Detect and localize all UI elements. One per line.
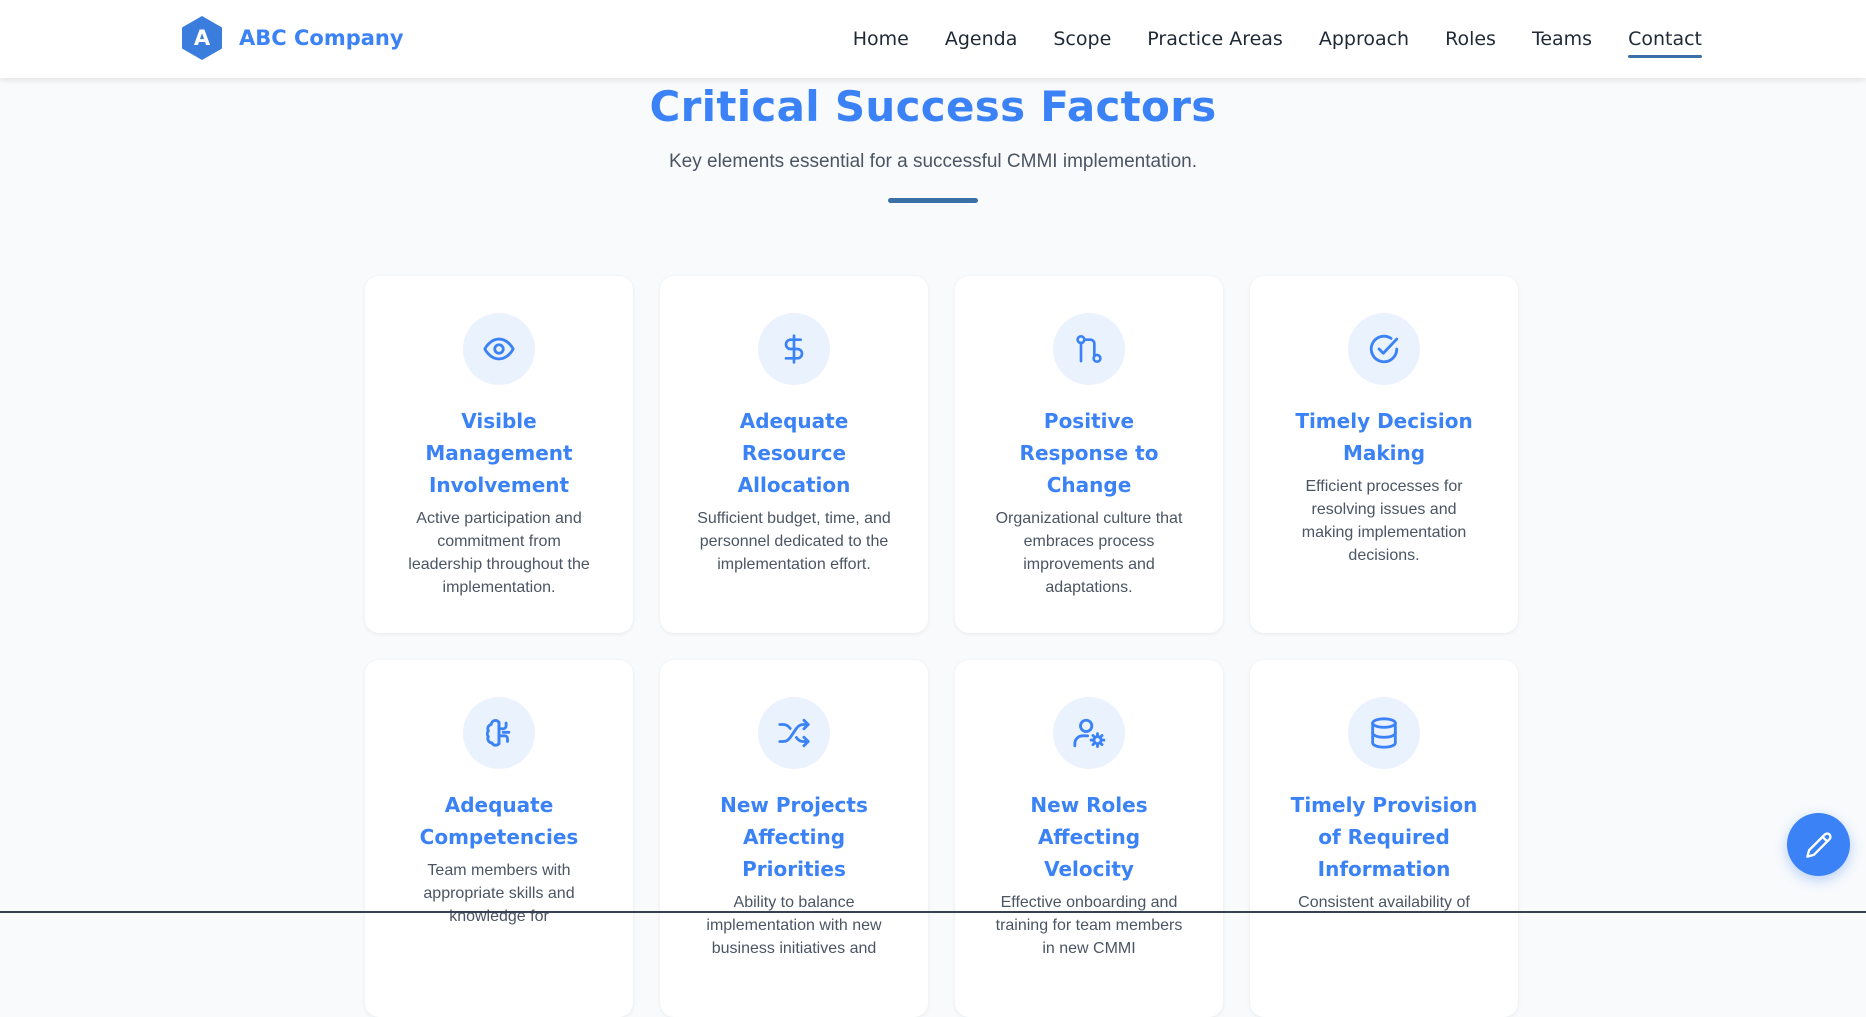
nav-link-home[interactable]: Home bbox=[853, 20, 909, 58]
brand[interactable]: A ABC Company bbox=[179, 15, 404, 61]
factor-card: Visible Management Involvement Active pa… bbox=[365, 276, 633, 633]
icon-circle bbox=[1348, 313, 1420, 385]
brain-icon bbox=[485, 719, 511, 747]
icon-circle bbox=[1053, 697, 1125, 769]
logo-letter: A bbox=[193, 26, 211, 50]
eye-icon bbox=[483, 337, 515, 361]
factor-title: Visible Management Involvement bbox=[425, 409, 573, 497]
factor-card: Adequate Resource Allocation Sufficient … bbox=[660, 276, 928, 633]
factor-title: New Projects Affecting Priorities bbox=[720, 793, 868, 881]
factor-title: Timely Decision Making bbox=[1295, 409, 1473, 465]
user-gear-icon bbox=[1073, 718, 1106, 748]
git-compare-icon bbox=[1076, 335, 1102, 363]
factor-description: Active participation and commitment from… bbox=[408, 510, 590, 596]
section-title: Critical Success Factors bbox=[649, 82, 1217, 131]
top-navbar: A ABC Company Home Agenda Scope Practice… bbox=[0, 0, 1866, 78]
pencil-icon bbox=[1805, 831, 1832, 858]
section-header: Critical Success Factors Key elements es… bbox=[0, 78, 1866, 203]
icon-circle bbox=[1348, 697, 1420, 769]
check-circle-icon bbox=[1369, 334, 1399, 364]
icon-circle bbox=[463, 697, 535, 769]
factor-title: Adequate Resource Allocation bbox=[737, 409, 851, 497]
icon-circle bbox=[463, 313, 535, 385]
factor-card: Timely Provision of Required Information… bbox=[1250, 660, 1518, 1017]
factor-description: Sufficient budget, time, and personnel d… bbox=[697, 510, 891, 573]
main-nav: Home Agenda Scope Practice Areas Approac… bbox=[853, 0, 1702, 78]
factor-title: Positive Response to Change bbox=[1019, 409, 1159, 497]
factor-title: Timely Provision of Required Information bbox=[1290, 793, 1478, 881]
factor-description: Ability to balance implementation with n… bbox=[706, 894, 882, 957]
factor-description: Efficient processes for resolving issues… bbox=[1301, 478, 1467, 564]
success-factors-grid: Visible Management Involvement Active pa… bbox=[365, 276, 1518, 1017]
factor-card: Positive Response to Change Organization… bbox=[955, 276, 1223, 633]
nav-link-practice-areas[interactable]: Practice Areas bbox=[1147, 20, 1283, 58]
nav-link-contact[interactable]: Contact bbox=[1628, 20, 1702, 58]
dollar-icon bbox=[784, 334, 804, 364]
factor-card: Timely Decision Making Efficient process… bbox=[1250, 276, 1518, 633]
nav-link-agenda[interactable]: Agenda bbox=[945, 20, 1018, 58]
icon-circle bbox=[758, 313, 830, 385]
nav-link-roles[interactable]: Roles bbox=[1445, 20, 1496, 58]
factor-title: New Roles Affecting Velocity bbox=[1030, 793, 1148, 881]
factor-card: Adequate Competencies Team members with … bbox=[365, 660, 633, 1017]
factor-description: Team members with appropriate skills and… bbox=[423, 862, 575, 925]
edit-fab-button[interactable] bbox=[1787, 813, 1850, 876]
nav-link-approach[interactable]: Approach bbox=[1319, 20, 1409, 58]
brand-name: ABC Company bbox=[239, 26, 404, 50]
factor-description: Organizational culture that embraces pro… bbox=[995, 510, 1183, 596]
nav-link-teams[interactable]: Teams bbox=[1532, 20, 1592, 58]
factor-card: New Roles Affecting Velocity Effective o… bbox=[955, 660, 1223, 1017]
logo-hexagon-icon: A bbox=[179, 15, 225, 61]
factor-card: New Projects Affecting Priorities Abilit… bbox=[660, 660, 928, 1017]
section-subtitle: Key elements essential for a successful … bbox=[669, 151, 1197, 172]
database-icon bbox=[1371, 717, 1397, 749]
nav-link-scope[interactable]: Scope bbox=[1053, 20, 1111, 58]
icon-circle bbox=[1053, 313, 1125, 385]
factor-description: Effective onboarding and training for te… bbox=[995, 894, 1183, 957]
factor-title: Adequate Competencies bbox=[419, 793, 579, 849]
shuffle-icon bbox=[778, 718, 810, 748]
section-divider bbox=[888, 198, 978, 203]
icon-circle bbox=[758, 697, 830, 769]
